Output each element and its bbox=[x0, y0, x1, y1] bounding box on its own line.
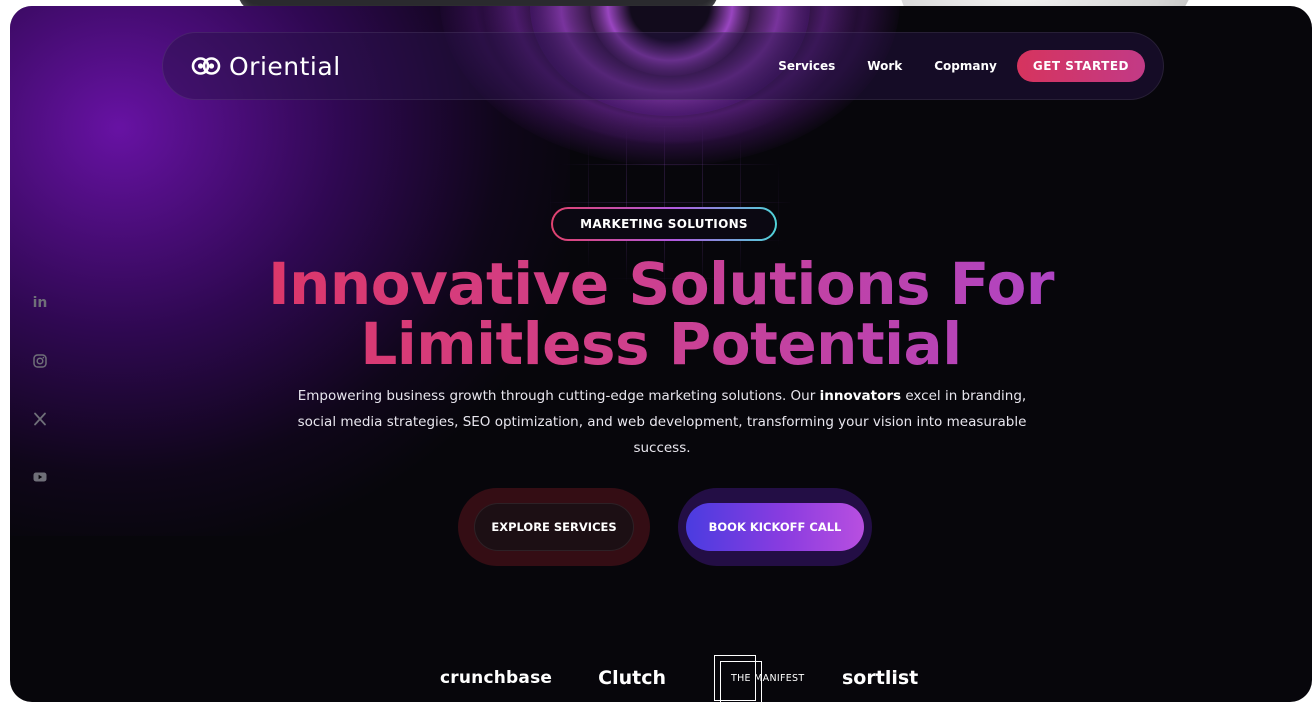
hero-headline: Innovative Solutions For Limitless Poten… bbox=[110, 254, 1212, 374]
x-icon[interactable] bbox=[31, 410, 49, 428]
get-started-button[interactable]: GET STARTED bbox=[1016, 50, 1145, 82]
partner-manifest-logo: THE MANIFEST bbox=[714, 655, 812, 702]
youtube-icon[interactable] bbox=[31, 468, 49, 486]
nav-link-company[interactable]: Copmany bbox=[934, 59, 997, 73]
hero-card: Oriential Services Work Copmany GET STAR… bbox=[10, 6, 1312, 702]
nav-links: Services Work Copmany GET STARTED bbox=[778, 50, 1145, 82]
description-bold: innovators bbox=[819, 388, 902, 404]
book-kickoff-halo: BOOK KICKOFF CALL bbox=[678, 488, 872, 566]
top-navbar: Oriential Services Work Copmany GET STAR… bbox=[162, 32, 1164, 100]
nav-link-services[interactable]: Services bbox=[778, 59, 835, 73]
brand-logo[interactable]: Oriential bbox=[191, 52, 341, 81]
page-stage: Oriential Services Work Copmany GET STAR… bbox=[0, 0, 1315, 702]
book-kickoff-call-button[interactable]: BOOK KICKOFF CALL bbox=[686, 503, 864, 551]
headline-line-2: Limitless Potential bbox=[110, 314, 1212, 374]
nav-link-work[interactable]: Work bbox=[867, 59, 902, 73]
partner-clutch-logo: Clutch bbox=[598, 667, 666, 689]
explore-services-halo: EXPLORE SERVICES bbox=[458, 488, 650, 566]
manifest-label: THE MANIFEST bbox=[731, 672, 805, 684]
linkedin-icon[interactable]: in bbox=[31, 294, 49, 312]
description-part-1: Empowering business growth through cutti… bbox=[297, 388, 820, 404]
logo-infinity-icon bbox=[191, 56, 221, 76]
partner-sortlist-logo: sortlist bbox=[842, 667, 919, 689]
social-links: in bbox=[28, 294, 52, 486]
explore-services-button[interactable]: EXPLORE SERVICES bbox=[474, 503, 634, 551]
partner-crunchbase-logo: crunchbase bbox=[440, 668, 553, 688]
hero-description: Empowering business growth through cutti… bbox=[292, 383, 1032, 461]
marketing-solutions-badge: MARKETING SOLUTIONS bbox=[551, 207, 777, 241]
headline-line-1: Innovative Solutions For bbox=[110, 254, 1212, 314]
brand-name: Oriential bbox=[229, 51, 341, 81]
instagram-icon[interactable] bbox=[31, 352, 49, 370]
partner-logos: crunchbase Clutch THE MANIFEST sortlist bbox=[430, 650, 918, 702]
badge-label: MARKETING SOLUTIONS bbox=[553, 209, 775, 239]
linkedin-label: in bbox=[32, 295, 48, 311]
